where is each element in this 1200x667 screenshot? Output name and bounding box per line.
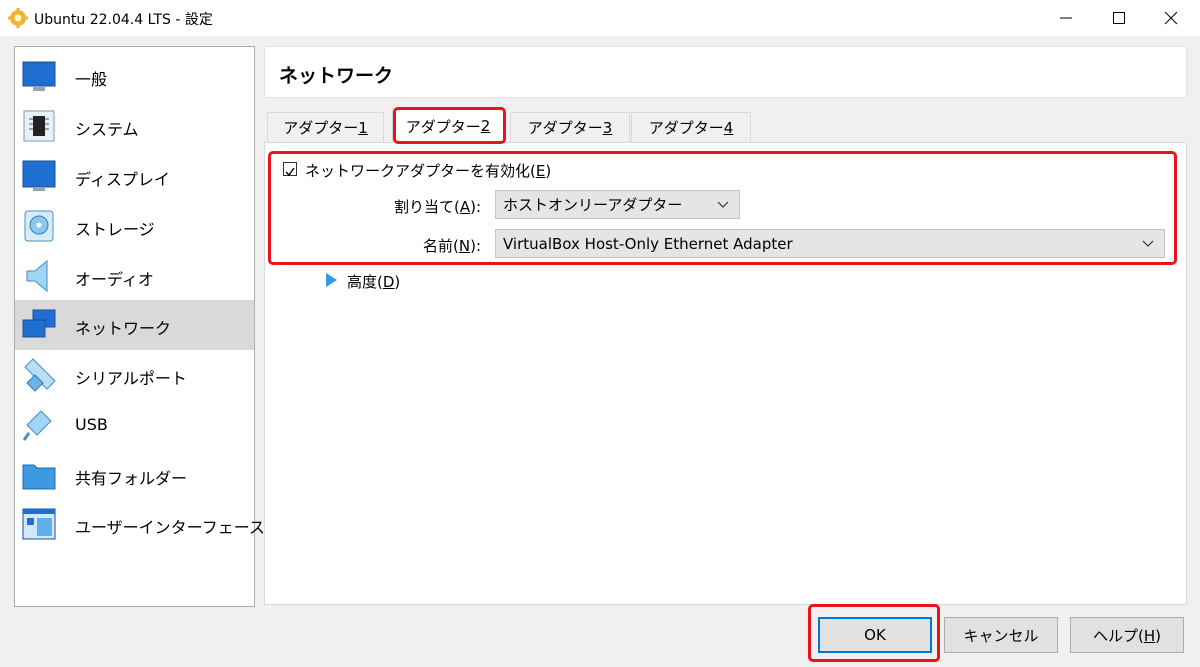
label-text: 名前( [423, 237, 459, 255]
sidebar-item-general[interactable]: 一般 [15, 51, 254, 101]
enable-adapter-checkbox[interactable] [283, 162, 297, 177]
tab-key: 1 [358, 118, 368, 137]
name-label: 名前(N): [423, 235, 481, 256]
title-bar: Ubuntu 22.04.4 LTS - 設定 [0, 0, 1200, 36]
settings-sidebar: 一般 システム ディスプレイ ストレージ オーディオ ネットワーク シリアルポー… [14, 46, 265, 607]
user-interface-icon [22, 508, 56, 540]
storage-disk-icon [24, 210, 54, 242]
usb-icon [22, 410, 52, 441]
label-key: N [458, 237, 471, 255]
label-text: 割り当て( [394, 198, 460, 216]
tab-key: 3 [602, 118, 613, 137]
sidebar-item-label: ネットワーク [75, 319, 172, 338]
sidebar-item-label: ユーザーインターフェース [75, 518, 265, 537]
sidebar-item-storage[interactable]: ストレージ [15, 201, 254, 251]
tab-label: アダプター [648, 119, 724, 137]
sidebar-item-label: システム [75, 120, 139, 139]
label-suffix: ) [1155, 626, 1161, 645]
tab-key: 4 [723, 118, 734, 137]
label-text: ヘルプ( [1093, 626, 1144, 645]
gear-icon [8, 8, 28, 28]
display-icon [22, 160, 56, 191]
sidebar-item-label: 一般 [75, 70, 108, 89]
page-title: ネットワーク [279, 65, 394, 87]
sidebar-item-label: シリアルポート [75, 369, 187, 388]
enable-adapter-label[interactable]: ネットワークアダプターを有効化(E) [305, 160, 551, 181]
window-title: Ubuntu 22.04.4 LTS - 設定 [34, 12, 213, 28]
help-label: ヘルプ(H) [1093, 625, 1161, 646]
chevron-down-icon [1142, 240, 1154, 247]
folder-icon [22, 464, 56, 490]
cancel-button[interactable]: キャンセル [944, 617, 1058, 653]
chip-icon [23, 110, 55, 142]
label-text: ネットワークアダプターを有効化( [305, 162, 536, 180]
tab-label: アダプター [283, 119, 359, 137]
close-icon [1164, 11, 1178, 25]
cancel-label: キャンセル [963, 626, 1039, 645]
adapter-name-select[interactable]: VirtualBox Host-Only Ethernet Adapter [495, 229, 1165, 258]
expand-arrow-icon[interactable] [326, 273, 337, 287]
label-key: H [1143, 626, 1156, 645]
general-monitor-icon [22, 61, 56, 91]
sidebar-item-shared-folders[interactable]: 共有フォルダー [15, 450, 254, 500]
advanced-toggle[interactable]: 高度(D) [347, 271, 400, 292]
network-icon [22, 309, 56, 338]
serial-port-icon [24, 358, 56, 392]
close-button[interactable] [1142, 0, 1200, 36]
sidebar-item-label: オーディオ [75, 270, 154, 289]
label-suffix: ) [394, 273, 401, 291]
adapter-name-value: VirtualBox Host-Only Ethernet Adapter [503, 234, 793, 253]
label-suffix: ): [470, 237, 481, 255]
sidebar-item-label: 共有フォルダー [75, 469, 188, 488]
tab-adapter-1[interactable]: アダプター 1 [267, 112, 384, 142]
sidebar-item-audio[interactable]: オーディオ [15, 251, 254, 301]
page-header: ネットワーク [264, 46, 1187, 98]
label-key: E [535, 162, 546, 180]
label-key: A [459, 198, 471, 216]
checkmark-icon [285, 167, 295, 177]
tab-adapter-2[interactable]: アダプター 2 [392, 108, 504, 143]
sidebar-item-usb[interactable]: USB [15, 400, 254, 450]
tab-key: 2 [480, 117, 491, 135]
chevron-down-icon [717, 201, 729, 208]
label-suffix: ): [470, 198, 482, 216]
maximize-button[interactable] [1090, 0, 1148, 36]
attached-to-value: ホストオンリーアダプター [503, 196, 683, 214]
maximize-icon [1113, 12, 1125, 24]
sidebar-item-label: ストレージ [75, 220, 155, 239]
tab-adapter-4[interactable]: アダプター 4 [631, 112, 751, 142]
minimize-icon [1060, 17, 1072, 19]
label-key: D [382, 273, 395, 291]
attached-to-select[interactable]: ホストオンリーアダプター [495, 190, 740, 219]
label-text: 高度( [347, 273, 383, 291]
tab-label: アダプター [527, 119, 603, 137]
label-suffix: ) [545, 162, 552, 180]
speaker-icon [26, 259, 48, 293]
sidebar-item-system[interactable]: システム [15, 101, 254, 151]
tab-adapter-3[interactable]: アダプター 3 [510, 112, 630, 142]
ok-label: OK [864, 626, 886, 644]
sidebar-item-user-interface[interactable]: ユーザーインターフェース [15, 499, 265, 549]
attached-to-label: 割り当て(A): [394, 196, 481, 217]
sidebar-item-network[interactable]: ネットワーク [15, 300, 254, 350]
sidebar-item-label: USB [75, 415, 108, 434]
sidebar-item-serial-port[interactable]: シリアルポート [15, 350, 254, 400]
ok-button[interactable]: OK [818, 617, 932, 653]
tab-label: アダプター [405, 117, 481, 136]
help-button[interactable]: ヘルプ(H) [1070, 617, 1184, 653]
minimize-button[interactable] [1037, 0, 1095, 36]
sidebar-item-label: ディスプレイ [75, 170, 170, 189]
sidebar-item-display[interactable]: ディスプレイ [15, 151, 254, 201]
